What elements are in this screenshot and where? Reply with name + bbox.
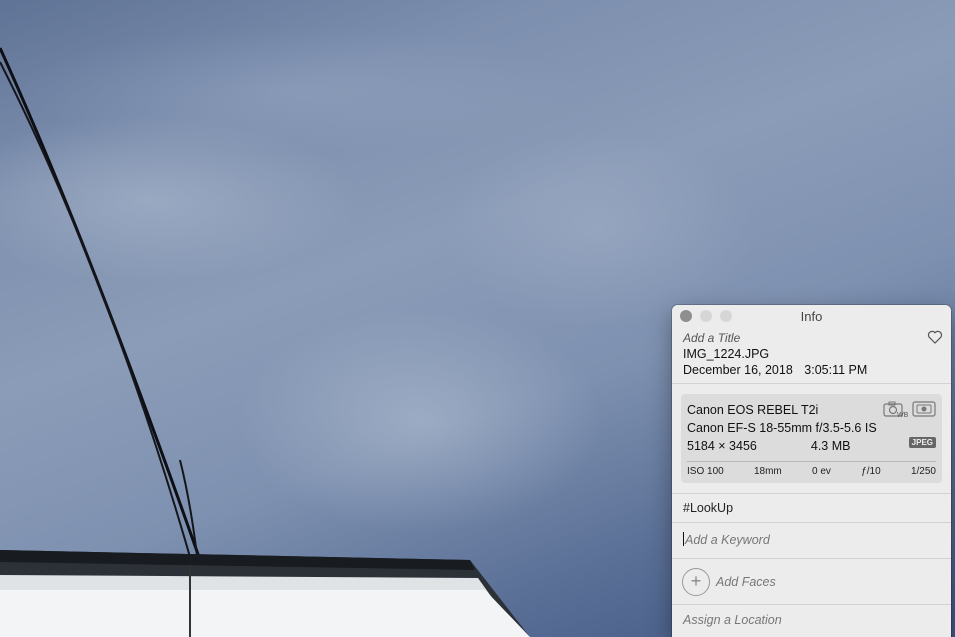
exposure-stats: ISO 100 18mm 0 ev ƒ/10 1/250 (687, 461, 936, 477)
capture-date: December 16, 2018 (683, 363, 793, 377)
capture-datetime: December 16, 2018 3:05:11 PM (683, 363, 941, 377)
filename: IMG_1224.JPG (683, 347, 770, 361)
add-keyword-field[interactable]: Add a Keyword (672, 522, 951, 558)
format-badge: JPEG (908, 437, 936, 448)
window-title: Info (800, 309, 823, 324)
aperture: ƒ/10 (861, 466, 881, 477)
info-window: Info Add a Title IMG_1224.JPG December 1… (672, 305, 951, 637)
iso: ISO 100 (687, 466, 724, 477)
add-faces-label: Add Faces (716, 574, 776, 589)
shutter-speed: 1/250 (910, 466, 936, 477)
add-keyword-placeholder: Add a Keyword (685, 533, 770, 547)
capture-time: 3:05:11 PM (804, 363, 868, 377)
focal-length: 18mm (753, 466, 782, 477)
plus-icon[interactable]: + (682, 567, 710, 596)
location-placeholder: Assign a Location (683, 613, 782, 627)
heart-icon[interactable] (927, 329, 943, 345)
photo-header: Add a Title IMG_1224.JPG December 16, 20… (672, 327, 951, 384)
title-bar[interactable]: Info (672, 305, 951, 327)
dimensions-row: 5184 × 3456 4.3 MB (687, 437, 936, 455)
image-dimensions: 5184 × 3456 (687, 439, 757, 453)
title-field[interactable]: Add a Title (683, 331, 941, 345)
exposure-bias: 0 ev (812, 466, 831, 477)
exif-panel: WB Canon EOS REBEL T2i Canon EF-S 18-55m… (681, 394, 942, 483)
file-size: 4.3 MB (810, 439, 851, 453)
keyword-label: #LookUp (683, 501, 734, 515)
camera-metering-icon (912, 401, 936, 417)
camera-icons: WB (883, 400, 936, 418)
lens-model: Canon EF-S 18-55mm f/3.5-5.6 IS (687, 421, 877, 435)
camera-wb-icon: WB (883, 401, 909, 418)
keyword-tag[interactable]: #LookUp (672, 493, 951, 522)
text-caret (683, 532, 684, 546)
svg-text:WB: WB (897, 412, 909, 418)
add-faces-row[interactable]: + Add Faces (672, 558, 951, 604)
assign-location-field[interactable]: Assign a Location (672, 604, 951, 635)
